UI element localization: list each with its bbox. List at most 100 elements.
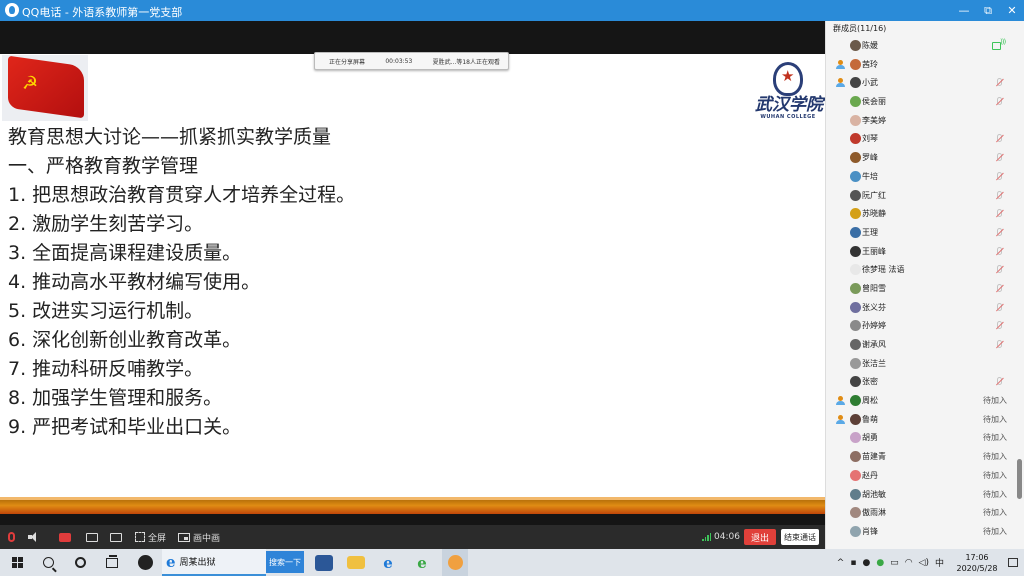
member-name: 王丽峰 (862, 246, 886, 256)
waiting-status: 待加入 (983, 452, 1007, 462)
taskbar-clock[interactable]: 17:06 2020/5/28 (952, 552, 1002, 574)
search-once-button[interactable]: 搜索一下 (266, 551, 304, 573)
picture-in-picture-icon (178, 532, 190, 542)
chevron-up-icon[interactable]: ^ (837, 558, 845, 568)
member-row[interactable]: 谢承风 (826, 335, 1024, 354)
qq-logo-icon (5, 3, 19, 17)
member-row[interactable]: 孙婷婷 (826, 316, 1024, 335)
share-status-bar: 正在分享屏幕 00:03:53 夏胜武...等18人正在观看 (314, 52, 509, 70)
mic-toggle[interactable] (8, 529, 15, 545)
member-name: 牛培 (862, 171, 878, 181)
member-row[interactable]: 赵丹 待加入 (826, 466, 1024, 485)
member-row[interactable]: 罗峰 (826, 148, 1024, 167)
member-row[interactable]: 胡池敏 待加入 (826, 485, 1024, 504)
screen-option-button[interactable] (110, 529, 122, 545)
member-avatar (850, 432, 861, 444)
member-list-scrollbar[interactable] (1017, 459, 1022, 499)
cortana-button[interactable] (70, 549, 90, 576)
edge-task[interactable]: e (376, 549, 400, 576)
member-avatar (850, 114, 861, 126)
speaker-toggle[interactable] (28, 529, 40, 545)
member-row[interactable]: 王丽峰 (826, 242, 1024, 261)
member-avatar (850, 282, 861, 294)
qq-tray-icon[interactable]: ● (862, 558, 870, 568)
qq-call-task[interactable] (442, 549, 468, 576)
notification-center-icon[interactable] (1008, 558, 1018, 567)
pip-button[interactable]: 画中画 (178, 529, 220, 545)
mic-muted-icon (997, 377, 1002, 386)
member-row[interactable]: 肖锋 待加入 (826, 522, 1024, 541)
slide-item: 1. 把思想政治教育贯穿人才培养全过程。 (8, 184, 356, 206)
ie2-task[interactable]: e (410, 549, 434, 576)
member-row[interactable]: 侯会丽 (826, 92, 1024, 111)
mic-muted-icon (997, 246, 1002, 255)
member-row[interactable]: 张洁兰 (826, 354, 1024, 373)
word-task[interactable] (312, 549, 336, 576)
waiting-status: 待加入 (983, 470, 1007, 480)
member-row[interactable]: 苏晓静 (826, 204, 1024, 223)
member-row[interactable]: 周松 待加入 (826, 391, 1024, 410)
mic-muted-icon (997, 340, 1002, 348)
member-row[interactable]: 徐梦瑶 法语 (826, 260, 1024, 279)
mic-muted-icon (997, 265, 1002, 274)
ie-window-task[interactable]: e 周某出狱 (162, 549, 266, 576)
member-row[interactable]: 陈媛 (826, 36, 1024, 55)
waiting-status: 待加入 (983, 489, 1007, 499)
member-row[interactable]: 小武 (826, 73, 1024, 92)
member-row[interactable]: 刘琴 (826, 129, 1024, 148)
exit-button[interactable]: 退出 (744, 529, 776, 545)
system-tray: ^ ▪ ● ● ▭ ◠ ◁) 中 17:06 2020/5/28 (837, 549, 1024, 576)
member-row[interactable]: 曾阳雪 (826, 279, 1024, 298)
member-avatar (850, 357, 861, 369)
member-name: 王理 (862, 227, 878, 237)
member-list[interactable]: 陈媛茜玲小武侯会丽李美婷刘琴罗峰牛培阮广红苏晓静王理王丽峰徐梦瑶 法语曾阳雪张义… (826, 36, 1024, 541)
member-row[interactable]: 张密 (826, 372, 1024, 391)
member-name: 阮广红 (862, 190, 886, 200)
member-row[interactable]: 胡勇 待加入 (826, 428, 1024, 447)
member-name: 鲁萌 (862, 414, 878, 424)
ie-green-icon: e (417, 553, 427, 572)
wechat-tray-icon[interactable]: ● (876, 558, 884, 568)
volume-icon[interactable]: ◁) (919, 558, 929, 568)
member-row[interactable]: 苗建青 待加入 (826, 447, 1024, 466)
tray-app-icon[interactable]: ▪ (850, 558, 856, 568)
taskbar-search-button[interactable] (38, 549, 58, 576)
ime-indicator[interactable]: 中 (935, 556, 944, 569)
restore-button[interactable]: ⧉ (976, 0, 1000, 21)
start-button[interactable] (6, 549, 28, 576)
task-view-button[interactable] (102, 549, 122, 576)
member-avatar (850, 170, 861, 182)
fullscreen-button[interactable]: 全屏 (135, 529, 166, 545)
share-screen-button[interactable] (86, 529, 98, 545)
member-row[interactable]: 张义芬 (826, 298, 1024, 317)
member-row[interactable]: 牛培 (826, 167, 1024, 186)
wifi-icon[interactable]: ◠ (905, 558, 913, 568)
slide-item: 5. 改进实习运行机制。 (8, 300, 204, 322)
member-name: 周松 (862, 396, 878, 406)
member-row[interactable]: 鲁萌 待加入 (826, 410, 1024, 429)
waiting-status: 待加入 (983, 414, 1007, 424)
member-row[interactable]: 王理 (826, 223, 1024, 242)
camera-toggle[interactable] (59, 529, 71, 545)
member-avatar (850, 133, 861, 145)
explorer-task[interactable] (344, 549, 368, 576)
mic-muted-icon (8, 532, 15, 542)
host-icon (836, 78, 845, 88)
cortana-icon (74, 557, 86, 568)
member-row[interactable]: 傲雨淋 待加入 (826, 503, 1024, 522)
member-row[interactable]: 茜玲 (826, 55, 1024, 74)
member-row[interactable]: 李美婷 (826, 111, 1024, 130)
minimize-button[interactable]: — (952, 0, 976, 21)
end-call-button[interactable]: 结束通话 (781, 529, 819, 545)
member-avatar (850, 245, 861, 257)
window-controls: — ⧉ ✕ (952, 0, 1024, 21)
slide-item: 2. 激励学生刻苦学习。 (8, 213, 204, 235)
member-panel: 群成员(11/16) 陈媛茜玲小武侯会丽李美婷刘琴罗峰牛培阮广红苏晓静王理王丽峰… (825, 21, 1024, 549)
close-button[interactable]: ✕ (1000, 0, 1024, 21)
member-avatar (850, 77, 861, 89)
battery-icon[interactable]: ▭ (890, 558, 899, 568)
window-title: QQ电话 - 外语系教师第一党支部 (22, 6, 183, 19)
task-view-icon (106, 554, 118, 568)
member-row[interactable]: 阮广红 (826, 186, 1024, 205)
taskbar-app-pinned[interactable] (134, 549, 156, 576)
